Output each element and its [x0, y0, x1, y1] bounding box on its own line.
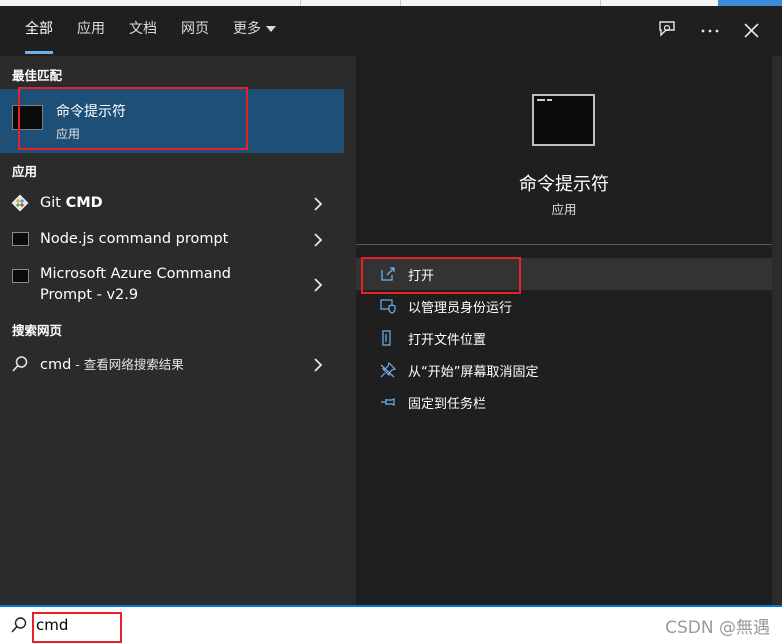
preview-app-name: 命令提示符 — [519, 174, 609, 195]
file-location-icon — [382, 330, 391, 346]
feedback-icon[interactable] — [656, 18, 680, 42]
azure-label-line2: Prompt - v2.9 — [40, 287, 139, 303]
best-match-item[interactable]: 命令提示符 应用 — [0, 89, 344, 153]
chevron-right-icon[interactable] — [312, 232, 324, 248]
divider — [356, 244, 772, 245]
apps-heading: 应用 — [12, 164, 38, 179]
open-icon — [381, 267, 395, 281]
web-search-label: cmd - 查看网络搜索结果 — [40, 354, 184, 376]
tab-apps[interactable]: 应用 — [77, 6, 105, 56]
action-open-label: 打开 — [408, 269, 435, 284]
git-cmd-label-prefix: Git — [40, 195, 66, 211]
list-item-nodejs[interactable]: Node.js command prompt — [0, 226, 344, 252]
tab-more[interactable]: 更多 — [233, 6, 276, 56]
chevron-right-icon[interactable] — [312, 277, 324, 293]
git-icon — [11, 194, 29, 212]
azure-label-line1: Microsoft Azure Command — [40, 266, 232, 282]
best-match-heading: 最佳匹配 — [12, 68, 63, 83]
action-open-file-location[interactable]: 打开文件位置 — [356, 322, 772, 354]
chevron-down-icon — [266, 26, 276, 32]
best-match-name: 命令提示符 — [56, 104, 126, 120]
nodejs-label: Node.js command prompt — [40, 231, 229, 247]
command-prompt-icon — [532, 94, 595, 146]
more-icon[interactable] — [698, 18, 722, 42]
search-icon — [11, 617, 27, 633]
action-pin-to-taskbar[interactable]: 固定到任务栏 — [356, 386, 772, 418]
results-list: 最佳匹配 命令提示符 应用 应用 Git CMD Node.js command… — [0, 56, 344, 605]
search-bar: CSDN @無遇 — [0, 605, 782, 643]
shield-icon — [380, 299, 396, 314]
watermark: CSDN @無遇 — [665, 618, 770, 638]
close-icon[interactable] — [740, 18, 764, 42]
list-item-azure[interactable]: Microsoft Azure Command Prompt - v2.9 — [0, 263, 344, 307]
action-run-as-admin-label: 以管理员身份运行 — [408, 301, 513, 316]
tab-web[interactable]: 网页 — [181, 6, 209, 56]
action-unpin-from-start-label: 从“开始”屏幕取消固定 — [408, 365, 539, 380]
preview-pane: 命令提示符 应用 打开 以管理员身份运行 打开文件位置 从“开始”屏幕取消固定 — [356, 56, 772, 605]
chevron-right-icon[interactable] — [312, 196, 324, 212]
command-prompt-icon — [12, 105, 43, 130]
list-item-git-cmd[interactable]: Git CMD — [0, 190, 344, 216]
tab-all[interactable]: 全部 — [25, 6, 53, 56]
unpin-icon — [380, 362, 396, 378]
action-open-file-location-label: 打开文件位置 — [408, 333, 487, 348]
search-input[interactable] — [36, 614, 116, 636]
terminal-icon — [12, 269, 29, 283]
pin-icon — [381, 398, 395, 406]
action-unpin-from-start[interactable]: 从“开始”屏幕取消固定 — [356, 354, 772, 386]
action-pin-to-taskbar-label: 固定到任务栏 — [408, 397, 487, 412]
preview-app-type: 应用 — [551, 202, 577, 217]
web-search-suffix: - 查看网络搜索结果 — [71, 357, 184, 372]
list-item-web-search[interactable]: cmd - 查看网络搜索结果 — [0, 351, 344, 377]
chevron-right-icon[interactable] — [312, 357, 324, 373]
web-search-query: cmd — [40, 357, 72, 373]
search-header: 全部 应用 文档 网页 更多 — [0, 6, 782, 56]
action-open[interactable]: 打开 — [356, 258, 772, 290]
tab-documents[interactable]: 文档 — [129, 6, 157, 56]
tab-more-label: 更多 — [233, 21, 261, 37]
terminal-icon — [12, 232, 29, 246]
web-search-heading: 搜索网页 — [12, 323, 63, 338]
action-run-as-admin[interactable]: 以管理员身份运行 — [356, 290, 772, 322]
git-cmd-label-bold: CMD — [65, 195, 103, 211]
best-match-type: 应用 — [56, 127, 81, 141]
search-icon — [12, 356, 28, 372]
git-cmd-label: Git CMD — [40, 193, 103, 214]
